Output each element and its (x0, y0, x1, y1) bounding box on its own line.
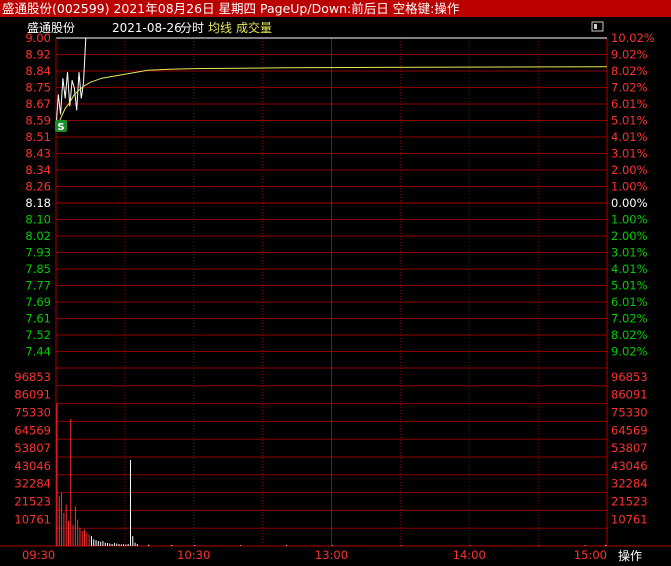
price-tick-label: 8.18 (25, 196, 51, 210)
price-tick-label: 8.92 (25, 48, 51, 62)
time-tick-label: 15:00 (574, 548, 607, 562)
volume-tick-label-left: 64569 (14, 423, 51, 437)
price-tick-label: 7.52 (25, 328, 51, 342)
percent-tick-label: 2.00% (611, 163, 648, 177)
percent-tick-label: 0.00% (611, 196, 648, 210)
price-tick-label: 7.61 (25, 312, 51, 326)
volume-tick-label-left: 10761 (14, 512, 51, 526)
percent-tick-label: 5.01% (611, 279, 648, 293)
time-axis: 09:30 10:30 13:00 14:00 15:00 (22, 548, 607, 562)
price-tick-label: 8.43 (25, 147, 51, 161)
price-tick-label: 8.84 (25, 64, 51, 78)
volume-tick-label-left: 21523 (14, 495, 51, 509)
percent-tick-label: 9.02% (611, 345, 648, 359)
left-price-axis: 9.008.928.848.758.678.598.518.438.348.26… (25, 31, 51, 359)
grid-lines (0, 37, 671, 547)
volume-tick-label-left: 53807 (14, 441, 51, 455)
time-tick-label: 14:00 (453, 548, 486, 562)
volume-tick-label-left: 75330 (14, 406, 51, 420)
percent-tick-label: 9.02% (611, 48, 648, 62)
percent-tick-label: 5.01% (611, 114, 648, 128)
right-percent-axis: 10.02% 9.02% 8.02% 7.02% 6.01% 5.01% 4.01% 3.01… (611, 31, 655, 359)
volume-tick-label-right: 53807 (611, 441, 648, 455)
percent-tick-label: 6.01% (611, 295, 648, 309)
percent-tick-label: 1.00% (611, 213, 648, 227)
time-tick-label: 10:30 (177, 548, 210, 562)
time-tick-label: 09:30 (22, 548, 55, 562)
volume-tick-label-right: 32284 (611, 477, 648, 491)
volume-tick-label-left: 86091 (14, 388, 51, 402)
price-tick-label: 7.44 (25, 345, 51, 359)
price-tick-label: 7.93 (25, 246, 51, 260)
volume-tick-label-right: 43046 (611, 459, 648, 473)
volume-tick-label-left: 43046 (14, 459, 51, 473)
percent-tick-label: 3.01% (611, 246, 648, 260)
price-tick-label: 8.34 (25, 163, 51, 177)
window-icon[interactable] (591, 21, 604, 32)
volume-tick-label-right: 10761 (611, 512, 648, 526)
volume-tick-label-right: 64569 (611, 423, 648, 437)
percent-tick-label: 7.02% (611, 81, 648, 95)
volume-tick-label-left: 96853 (14, 370, 51, 384)
percent-tick-label: 4.01% (611, 262, 648, 276)
s-marker[interactable]: S (55, 120, 67, 133)
price-tick-label: 7.85 (25, 262, 51, 276)
percent-tick-label: 6.01% (611, 97, 648, 111)
price-tick-label: 8.02 (25, 229, 51, 243)
s-marker-text: S (57, 122, 64, 133)
price-tick-label: 7.69 (25, 295, 51, 309)
price-tick-label: 8.26 (25, 180, 51, 194)
price-tick-label: 8.59 (25, 114, 51, 128)
price-tick-label: 8.75 (25, 81, 51, 95)
percent-tick-label: 8.02% (611, 328, 648, 342)
percent-tick-label: 8.02% (611, 64, 648, 78)
percent-tick-label: 7.02% (611, 312, 648, 326)
price-tick-label: 8.67 (25, 97, 51, 111)
subtitle-mode: 分时 (180, 21, 204, 35)
volume-tick-label-left: 32284 (14, 477, 51, 491)
price-tick-label: 8.51 (25, 130, 51, 144)
volume-tick-label-right: 96853 (611, 370, 648, 384)
subtitle-avg: 均线 (208, 21, 232, 35)
operate-button[interactable]: 操作 (614, 547, 671, 566)
percent-tick-label: 10.02% (611, 31, 655, 45)
title-bar: 盛通股份(002599) 2021年08月26日 星期四 PageUp/Down… (0, 0, 671, 17)
time-tick-label: 13:00 (315, 548, 348, 562)
price-tick-label: 8.10 (25, 213, 51, 227)
percent-tick-label: 2.00% (611, 229, 648, 243)
intraday-chart[interactable]: 9.008.928.848.758.678.598.518.438.348.26… (0, 0, 671, 566)
volume-tick-label-right: 75330 (611, 406, 648, 420)
subtitle-vol: 成交量 (236, 20, 272, 35)
subtitle-stock: 盛通股份 (27, 20, 75, 35)
title-text: 盛通股份(002599) 2021年08月26日 星期四 PageUp/Down… (2, 1, 460, 16)
price-tick-label: 7.77 (25, 279, 51, 293)
percent-tick-label: 1.00% (611, 180, 648, 194)
percent-tick-label: 4.01% (611, 130, 648, 144)
volume-tick-label-right: 21523 (611, 495, 648, 509)
volume-tick-label-right: 86091 (611, 388, 648, 402)
chart-subtitle: 盛通股份 2021-08-26 分时 均线 成交量 (27, 20, 272, 35)
percent-tick-label: 3.01% (611, 147, 648, 161)
subtitle-date: 2021-08-26 (112, 21, 182, 35)
